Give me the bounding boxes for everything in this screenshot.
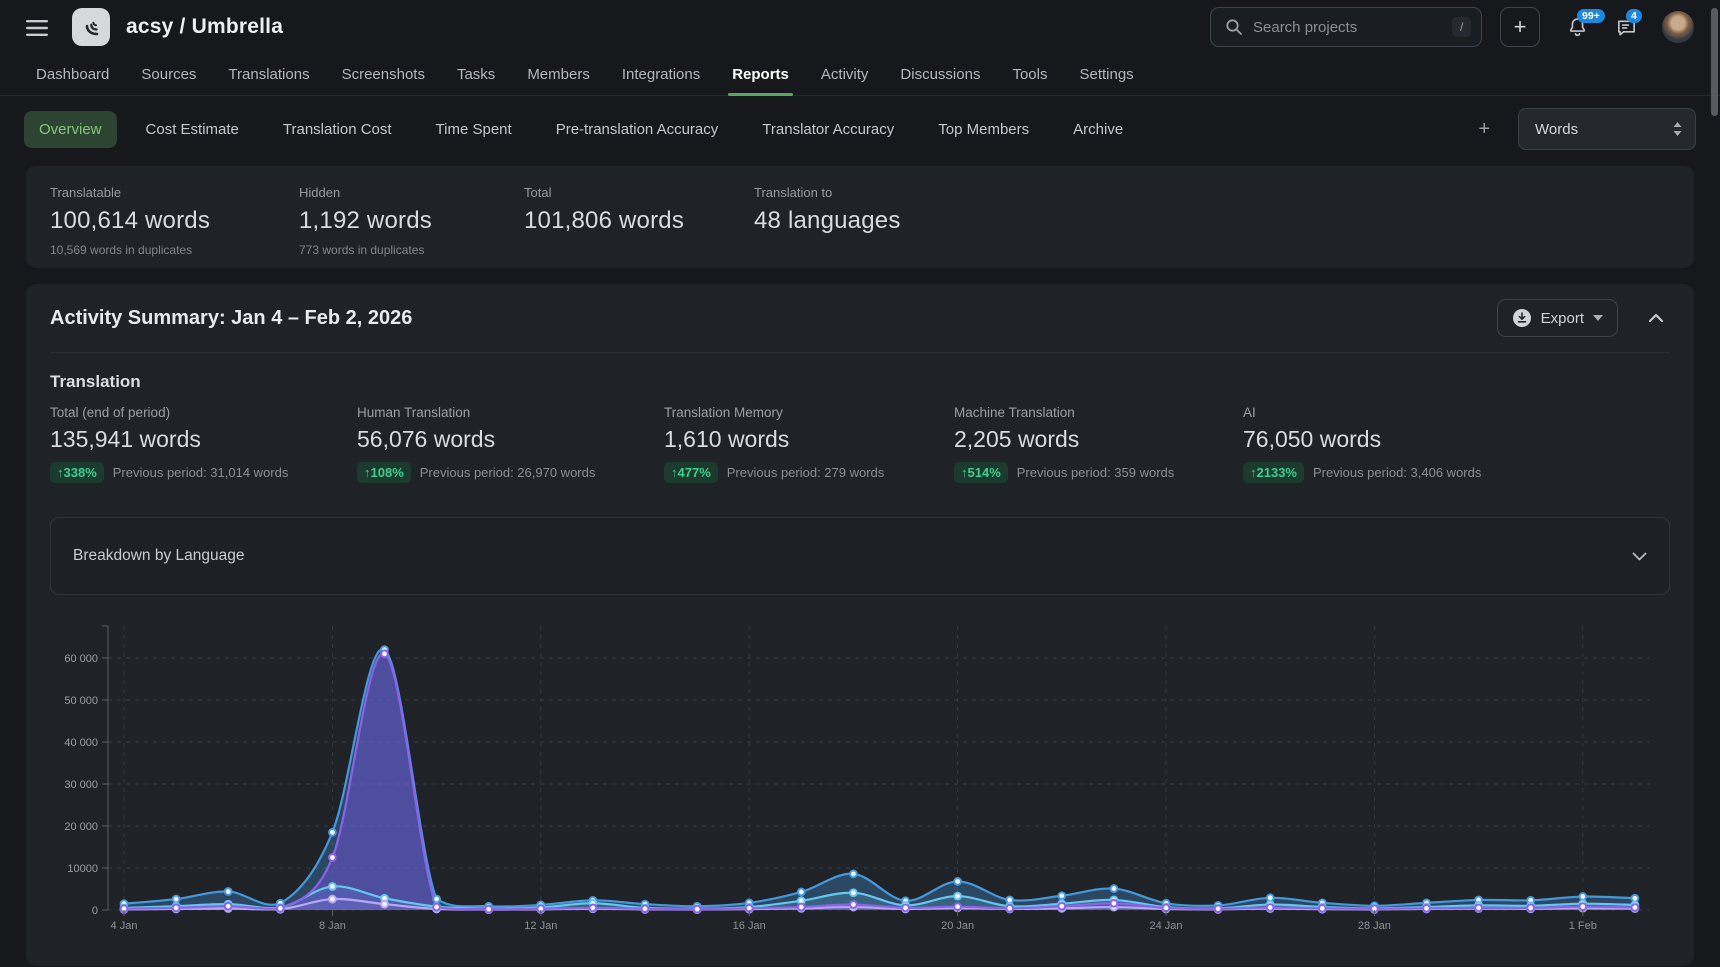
tab-translator-accuracy[interactable]: Translator Accuracy xyxy=(747,111,909,148)
tab-time-spent[interactable]: Time Spent xyxy=(421,111,527,148)
unit-select-value: Words xyxy=(1535,121,1578,138)
nav-item-sources[interactable]: Sources xyxy=(141,54,196,95)
caret-down-icon xyxy=(1593,315,1603,321)
delta-badge: ↑2133% xyxy=(1243,462,1304,483)
nav-item-dashboard[interactable]: Dashboard xyxy=(36,54,109,95)
add-report-button[interactable]: + xyxy=(1468,114,1500,145)
svg-text:24 Jan: 24 Jan xyxy=(1149,920,1182,932)
stat-total: Total 101,806 words xyxy=(524,185,754,249)
notifications-count-badge: 99+ xyxy=(1577,9,1605,24)
activity-chart-svg: 0 10000 20 000 30 000 40 000 50 000 60 000 4 Ja… xyxy=(50,621,1657,948)
download-icon xyxy=(1512,308,1532,328)
translation-section-title: Translation xyxy=(50,372,1670,392)
stat-ai: AI 76,050 words ↑2133% Previous period: … xyxy=(1243,405,1481,483)
svg-text:28 Jan: 28 Jan xyxy=(1358,920,1391,932)
messages-button[interactable]: 4 xyxy=(1615,16,1638,39)
stat-human-translation: Human Translation 56,076 words ↑108% Pre… xyxy=(357,405,664,483)
search-shortcut-key: / xyxy=(1452,17,1471,37)
delta-badge: ↑477% xyxy=(664,462,718,483)
select-arrows-icon xyxy=(1672,121,1683,137)
chevron-down-icon xyxy=(1632,552,1647,561)
search-box[interactable]: / xyxy=(1210,7,1482,47)
stat-machine-translation: Machine Translation 2,205 words ↑514% Pr… xyxy=(954,405,1243,483)
svg-text:16 Jan: 16 Jan xyxy=(733,920,766,932)
nav-item-translations[interactable]: Translations xyxy=(228,54,309,95)
svg-text:10000: 10000 xyxy=(67,863,98,875)
svg-text:20 Jan: 20 Jan xyxy=(941,920,974,932)
svg-text:50 000: 50 000 xyxy=(64,695,98,707)
project-logo[interactable] xyxy=(72,8,110,46)
nav-item-integrations[interactable]: Integrations xyxy=(622,54,700,95)
hamburger-menu-icon[interactable] xyxy=(26,20,48,36)
project-nav: Dashboard Sources Translations Screensho… xyxy=(0,54,1720,96)
stat-translation-to: Translation to 48 languages xyxy=(754,185,901,249)
project-title: acsy / Umbrella xyxy=(126,15,283,39)
tab-translation-cost[interactable]: Translation Cost xyxy=(268,111,407,148)
svg-text:20 000: 20 000 xyxy=(64,821,98,833)
svg-text:12 Jan: 12 Jan xyxy=(524,920,557,932)
search-input[interactable] xyxy=(1253,19,1452,36)
nav-item-tools[interactable]: Tools xyxy=(1012,54,1047,95)
divider xyxy=(50,352,1670,353)
stat-hidden: Hidden 1,192 words 773 words in duplicat… xyxy=(299,185,524,249)
delta-badge: ↑338% xyxy=(50,462,104,483)
collapse-section-button[interactable] xyxy=(1648,313,1664,323)
tab-top-members[interactable]: Top Members xyxy=(923,111,1044,148)
unit-select[interactable]: Words xyxy=(1518,108,1696,150)
nav-item-screenshots[interactable]: Screenshots xyxy=(342,54,425,95)
tab-archive[interactable]: Archive xyxy=(1058,111,1138,148)
breakdown-label: Breakdown by Language xyxy=(73,547,245,565)
export-label: Export xyxy=(1541,310,1584,327)
nav-item-discussions[interactable]: Discussions xyxy=(900,54,980,95)
activity-summary-card: Activity Summary: Jan 4 – Feb 2, 2026 Ex… xyxy=(26,284,1694,966)
breakdown-by-language-toggle[interactable]: Breakdown by Language xyxy=(50,517,1670,595)
messages-count-badge: 4 xyxy=(1626,9,1642,24)
tab-cost-estimate[interactable]: Cost Estimate xyxy=(131,111,254,148)
nav-item-activity[interactable]: Activity xyxy=(821,54,869,95)
app-header: acsy / Umbrella / + 99+ xyxy=(0,0,1720,54)
activity-chart: 0 10000 20 000 30 000 40 000 50 000 60 000 4 Ja… xyxy=(50,621,1670,953)
tab-pretranslation-accuracy[interactable]: Pre-translation Accuracy xyxy=(541,111,734,148)
export-button[interactable]: Export xyxy=(1497,299,1618,337)
create-project-button[interactable]: + xyxy=(1500,7,1540,47)
notifications-button[interactable]: 99+ xyxy=(1566,16,1589,39)
tab-overview[interactable]: Overview xyxy=(24,111,117,148)
chevron-up-icon xyxy=(1648,313,1664,323)
nav-item-tasks[interactable]: Tasks xyxy=(457,54,495,95)
scrollbar-thumb[interactable] xyxy=(1711,8,1718,116)
stat-total-end-of-period: Total (end of period) 135,941 words ↑338… xyxy=(50,405,357,483)
stat-translation-memory: Translation Memory 1,610 words ↑477% Pre… xyxy=(664,405,954,483)
svg-text:40 000: 40 000 xyxy=(64,737,98,749)
user-avatar[interactable] xyxy=(1662,11,1694,43)
svg-text:0: 0 xyxy=(92,905,98,917)
project-stats-card: Translatable 100,614 words 10,569 words … xyxy=(26,166,1694,268)
nav-item-reports[interactable]: Reports xyxy=(732,54,789,95)
svg-text:8 Jan: 8 Jan xyxy=(319,920,346,932)
app-root: acsy / Umbrella / + 99+ xyxy=(0,0,1720,967)
delta-badge: ↑514% xyxy=(954,462,1008,483)
nav-item-settings[interactable]: Settings xyxy=(1079,54,1133,95)
activity-summary-title: Activity Summary: Jan 4 – Feb 2, 2026 xyxy=(50,307,412,330)
svg-text:1 Feb: 1 Feb xyxy=(1569,920,1597,932)
svg-text:4 Jan: 4 Jan xyxy=(111,920,138,932)
stat-translatable: Translatable 100,614 words 10,569 words … xyxy=(50,185,299,249)
svg-text:60 000: 60 000 xyxy=(64,653,98,665)
translation-stats-row: Total (end of period) 135,941 words ↑338… xyxy=(50,405,1670,483)
delta-badge: ↑108% xyxy=(357,462,411,483)
activity-summary-header: Activity Summary: Jan 4 – Feb 2, 2026 Ex… xyxy=(50,284,1670,352)
reports-subnav: Overview Cost Estimate Translation Cost … xyxy=(0,96,1720,150)
svg-text:30 000: 30 000 xyxy=(64,779,98,791)
nav-item-members[interactable]: Members xyxy=(527,54,590,95)
search-icon xyxy=(1225,18,1243,36)
header-actions: / + 99+ 4 xyxy=(1210,7,1694,47)
